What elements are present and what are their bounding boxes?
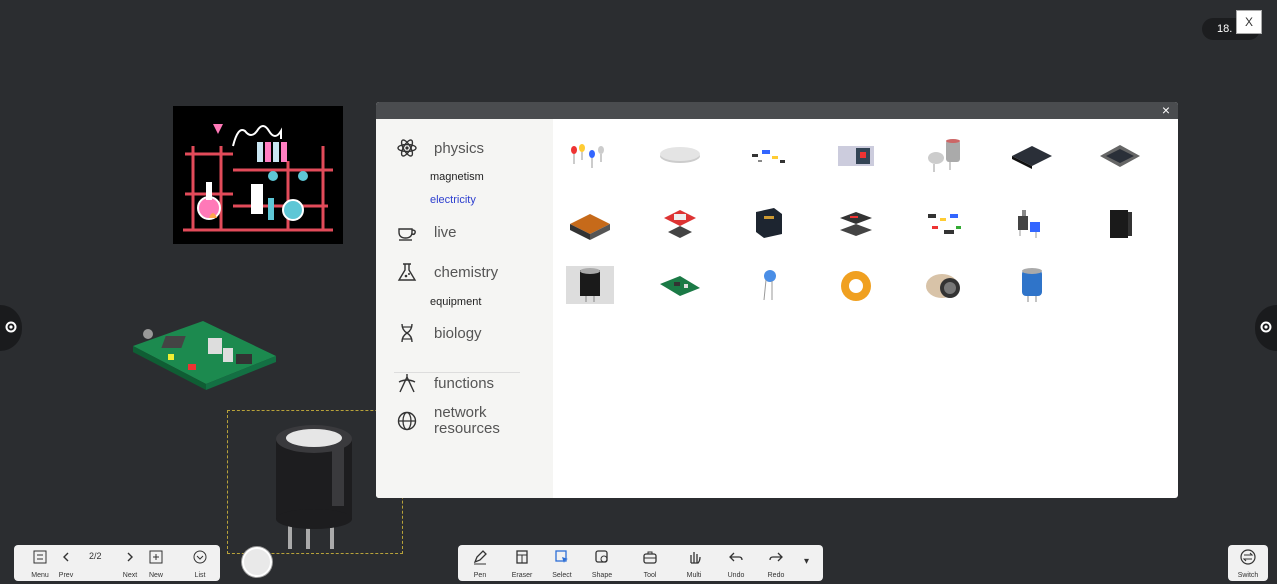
switch-button-inner: Switch bbox=[1228, 545, 1268, 581]
pen-label: Pen bbox=[473, 572, 487, 579]
new-label: New bbox=[148, 572, 163, 579]
item-transformer[interactable] bbox=[566, 204, 614, 244]
page-toolbar: Menu Prev 2/2 Next New List bbox=[14, 545, 220, 581]
item-led-diodes[interactable] bbox=[566, 136, 614, 176]
undo-button[interactable]: Undo bbox=[716, 545, 756, 581]
compass-icon bbox=[398, 374, 416, 393]
multi-label: Multi bbox=[686, 572, 702, 579]
network-label-line2: resources bbox=[434, 420, 500, 437]
new-page-button[interactable]: New bbox=[136, 545, 176, 581]
item-ic-packages[interactable] bbox=[832, 204, 880, 244]
item-blue-capacitor[interactable] bbox=[1008, 266, 1056, 306]
item-inductor-coil[interactable] bbox=[920, 266, 968, 306]
subcategory-equipment[interactable]: equipment bbox=[430, 296, 481, 308]
pen-button[interactable]: Pen bbox=[460, 545, 500, 581]
item-relay-module[interactable] bbox=[832, 136, 880, 176]
eraser-icon bbox=[516, 550, 528, 564]
switch-icon bbox=[1240, 549, 1256, 565]
shape-icon bbox=[595, 550, 608, 563]
item-small-components[interactable] bbox=[744, 136, 792, 176]
category-label: live bbox=[434, 223, 457, 241]
category-network-resources[interactable]: network resources bbox=[396, 405, 500, 437]
shape-label: Shape bbox=[591, 572, 613, 579]
menu-icon bbox=[33, 550, 47, 564]
category-biology[interactable]: biology bbox=[396, 322, 482, 344]
chevron-right-icon bbox=[127, 552, 133, 562]
eraser-label: Eraser bbox=[511, 572, 533, 579]
tool-label: Tool bbox=[643, 572, 657, 579]
plus-square-icon bbox=[149, 550, 163, 564]
panel-close-button[interactable]: × bbox=[1154, 102, 1178, 119]
subcategory-electricity[interactable]: electricity bbox=[430, 194, 476, 206]
atom-icon bbox=[397, 139, 417, 157]
floating-dot-button[interactable] bbox=[242, 547, 272, 577]
chemistry-lab-image[interactable] bbox=[173, 106, 343, 244]
category-functions[interactable]: functions bbox=[396, 372, 494, 394]
item-green-circuit-board[interactable] bbox=[656, 266, 704, 306]
redo-button[interactable]: Redo bbox=[756, 545, 796, 581]
redo-icon bbox=[769, 552, 783, 562]
undo-label: Undo bbox=[727, 572, 745, 579]
close-window-button[interactable]: X bbox=[1236, 10, 1262, 34]
globe-icon bbox=[397, 411, 417, 431]
subcategory-magnetism[interactable]: magnetism bbox=[430, 171, 484, 183]
shape-button[interactable]: Shape bbox=[582, 545, 622, 581]
resource-library-panel: × physics magnetism electricity live che… bbox=[376, 102, 1178, 498]
multi-button[interactable]: Multi bbox=[674, 545, 714, 581]
item-film-capacitor[interactable] bbox=[744, 204, 792, 244]
network-label-line1: network bbox=[434, 404, 487, 421]
flask-icon bbox=[397, 263, 417, 281]
category-physics[interactable]: physics bbox=[396, 137, 484, 159]
panel-header bbox=[376, 102, 1178, 119]
circuit-board-image[interactable] bbox=[128, 316, 278, 396]
dna-icon bbox=[401, 323, 413, 343]
category-live[interactable]: live bbox=[396, 221, 457, 243]
select-icon bbox=[555, 550, 568, 563]
switch-label: Switch bbox=[1237, 572, 1259, 579]
more-dropdown-icon[interactable]: ▾ bbox=[804, 556, 809, 567]
category-label: network resources bbox=[434, 405, 500, 437]
item-component-kit[interactable] bbox=[920, 204, 968, 244]
pen-icon bbox=[473, 550, 487, 565]
item-electrolytic-capacitor[interactable] bbox=[566, 266, 614, 304]
item-ceramic-capacitor[interactable] bbox=[744, 266, 792, 306]
list-label: List bbox=[194, 572, 206, 579]
chevron-left-icon bbox=[63, 552, 69, 562]
item-disc-capacitor[interactable] bbox=[656, 136, 704, 176]
left-settings-handle[interactable] bbox=[0, 305, 22, 351]
category-chemistry[interactable]: chemistry bbox=[396, 261, 498, 283]
page-indicator: 2/2 bbox=[89, 551, 102, 561]
toolbox-icon bbox=[643, 551, 657, 564]
category-label: biology bbox=[434, 324, 482, 342]
item-ic-chip[interactable] bbox=[1008, 136, 1056, 176]
tool-button[interactable]: Tool bbox=[630, 545, 670, 581]
right-settings-handle[interactable] bbox=[1255, 305, 1277, 351]
prev-button[interactable]: Prev bbox=[46, 545, 86, 581]
category-label: chemistry bbox=[434, 263, 499, 281]
category-sidebar: physics magnetism electricity live chemi… bbox=[376, 119, 553, 498]
item-cylinder-components[interactable] bbox=[920, 136, 968, 176]
list-button[interactable]: List bbox=[180, 545, 220, 581]
undo-icon bbox=[729, 552, 743, 562]
drawing-toolbar: Pen Eraser Select Shape Tool Multi Undo … bbox=[458, 545, 823, 581]
redo-label: Redo bbox=[767, 572, 785, 579]
hand-icon bbox=[690, 552, 701, 564]
item-cpu-chip[interactable] bbox=[1096, 136, 1144, 176]
switch-button[interactable]: Switch bbox=[1228, 545, 1268, 581]
list-icon bbox=[193, 550, 207, 564]
select-label: Select bbox=[552, 572, 572, 579]
category-label: physics bbox=[434, 139, 485, 157]
gear-icon bbox=[5, 321, 17, 333]
item-toroid-coil[interactable] bbox=[832, 266, 880, 306]
item-black-module[interactable] bbox=[1096, 204, 1144, 244]
category-label: functions bbox=[434, 374, 495, 392]
item-potentiometers[interactable] bbox=[1008, 204, 1056, 244]
prev-label: Prev bbox=[58, 572, 74, 579]
cup-icon bbox=[398, 228, 416, 241]
select-button[interactable]: Select bbox=[542, 545, 582, 581]
item-sensor-board[interactable] bbox=[656, 204, 704, 244]
eraser-button[interactable]: Eraser bbox=[502, 545, 542, 581]
gear-icon bbox=[1260, 321, 1272, 333]
